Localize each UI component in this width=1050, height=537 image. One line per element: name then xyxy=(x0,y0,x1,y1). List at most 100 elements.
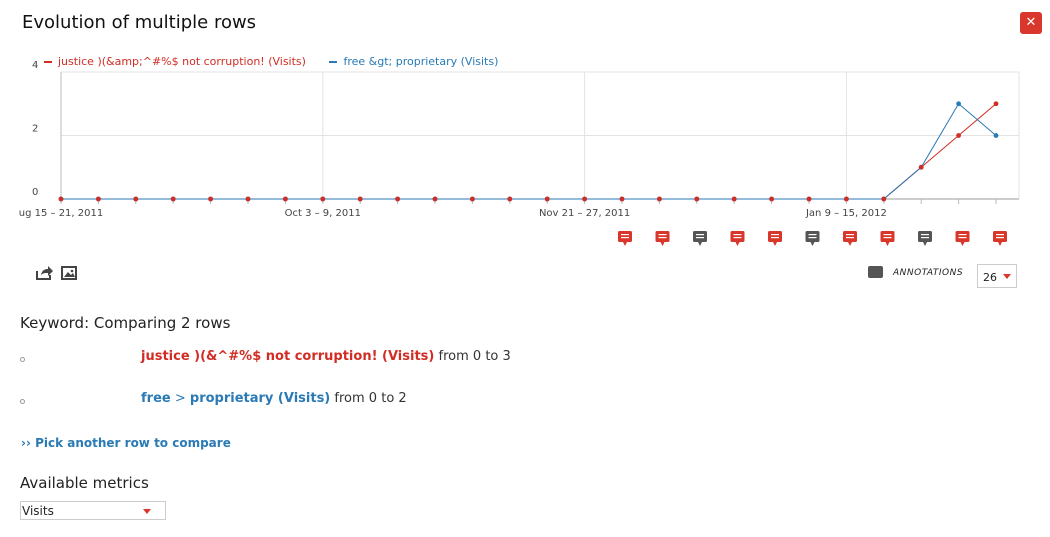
annotation-marker-icon xyxy=(918,231,932,242)
evolution-line-chart: 0 2 4 ug 15 – 21, 2011 Oct 3 – 9, 2011 Nov 21… xyxy=(19,60,1020,246)
close-button[interactable]: ✕ xyxy=(1020,12,1042,34)
annotation-marker-line xyxy=(958,237,967,239)
annotation-marker-tail xyxy=(848,242,852,246)
annotations-toggle[interactable]: ANNOTATIONS xyxy=(893,268,963,278)
annotation-marker-icon xyxy=(618,231,632,242)
data-point xyxy=(993,133,999,138)
x-tick-label: Oct 3 – 9, 2011 xyxy=(285,208,361,219)
metric-select[interactable]: Visits xyxy=(20,501,166,520)
y-tick-label: 4 xyxy=(32,60,38,71)
data-point xyxy=(582,196,587,202)
row-max: 3 xyxy=(502,349,511,364)
period-count-select[interactable]: 26 xyxy=(977,264,1017,288)
data-point xyxy=(58,196,64,202)
chevron-down-icon xyxy=(143,509,151,514)
data-point xyxy=(956,101,961,107)
data-point xyxy=(993,101,999,107)
data-point xyxy=(881,196,887,202)
row-bullet xyxy=(20,399,25,404)
annotation-marker-tail xyxy=(960,242,965,246)
page-title: Evolution of multiple rows xyxy=(22,12,257,33)
comparison-row: justice )(&^#%$ not corruption! (Visits)… xyxy=(20,349,511,364)
annotation-marker-icon xyxy=(693,231,707,242)
data-point xyxy=(432,196,438,202)
data-point xyxy=(357,196,363,202)
row-label-part[interactable]: free xyxy=(141,391,171,406)
data-point xyxy=(806,196,812,202)
annotations-icon[interactable] xyxy=(868,266,883,278)
annotation-marker-icon xyxy=(843,231,857,242)
row-min: 0 xyxy=(472,349,482,364)
x-tick-label: Jan 9 – 15, 2012 xyxy=(805,208,887,219)
series-line xyxy=(61,103,997,200)
y-tick-label: 0 xyxy=(32,187,38,198)
chevron-down-icon xyxy=(1003,274,1011,279)
row-label[interactable]: justice )(&^#%$ not corruption! (Visits) xyxy=(141,349,434,364)
annotation-marker-line xyxy=(696,237,704,239)
annotation-marker-line xyxy=(883,237,892,239)
annotation-marker-line xyxy=(658,234,667,236)
data-point xyxy=(731,196,737,202)
annotation-marker-icon xyxy=(768,231,782,242)
annotation-marker-line xyxy=(846,234,854,236)
row-bullet xyxy=(20,357,25,362)
annotation-marker-tail xyxy=(885,242,890,246)
row-label-separator: > xyxy=(174,391,186,406)
row-min: 0 xyxy=(368,391,378,406)
data-point xyxy=(507,196,513,202)
x-tick-label: ug 15 – 21, 2011 xyxy=(19,208,103,219)
data-point xyxy=(956,133,961,138)
data-point xyxy=(133,196,139,202)
data-point xyxy=(619,196,625,202)
share-icon[interactable] xyxy=(35,265,53,285)
annotation-marker-tail xyxy=(810,242,815,246)
to-word: to xyxy=(485,349,499,364)
annotation-marker-line xyxy=(921,234,929,236)
data-point xyxy=(694,196,700,202)
annotation-marker-icon xyxy=(805,231,820,242)
annotation-marker-line xyxy=(996,234,1004,236)
data-point xyxy=(544,196,550,202)
from-word: from xyxy=(334,391,365,406)
row-label-part[interactable]: proprietary (Visits) xyxy=(190,391,330,406)
data-point xyxy=(208,196,214,202)
to-word: to xyxy=(381,391,395,406)
data-point xyxy=(395,196,400,202)
y-tick-label: 2 xyxy=(32,124,38,135)
annotation-marker-line xyxy=(771,237,779,239)
annotation-marker-line xyxy=(621,234,629,236)
annotation-marker-line xyxy=(771,234,779,236)
count-value: 26 xyxy=(983,271,997,284)
image-icon[interactable] xyxy=(61,265,77,285)
annotation-marker-line xyxy=(733,237,742,239)
annotation-marker-line xyxy=(883,234,892,236)
annotation-marker-line xyxy=(621,237,629,239)
annotation-marker-line xyxy=(658,237,667,239)
annotation-marker-tail xyxy=(735,242,740,246)
data-point xyxy=(657,196,662,202)
annotation-marker-tail xyxy=(660,242,665,246)
data-point xyxy=(96,196,101,202)
data-point xyxy=(769,196,774,202)
pick-another-row-link[interactable]: ›› Pick another row to compare xyxy=(21,436,231,450)
annotation-marker-line xyxy=(958,234,967,236)
annotation-marker-line xyxy=(808,234,817,236)
from-word: from xyxy=(438,349,469,364)
annotation-marker-icon xyxy=(993,231,1007,242)
annotation-marker-icon xyxy=(955,231,970,242)
annotation-marker-line xyxy=(808,237,817,239)
annotation-marker-line xyxy=(996,237,1004,239)
data-point xyxy=(918,164,924,170)
data-point xyxy=(844,196,849,202)
annotation-marker-line xyxy=(846,237,854,239)
data-point xyxy=(170,196,176,202)
annotation-marker-icon xyxy=(880,231,895,242)
annotation-marker-line xyxy=(696,234,704,236)
annotation-marker-tail xyxy=(773,242,777,246)
metric-selected: Visits xyxy=(22,504,54,518)
data-point xyxy=(320,196,326,202)
annotation-marker-icon xyxy=(730,231,745,242)
annotation-marker-tail xyxy=(698,242,702,246)
annotation-marker-tail xyxy=(998,242,1002,246)
annotation-marker-line xyxy=(733,234,742,236)
